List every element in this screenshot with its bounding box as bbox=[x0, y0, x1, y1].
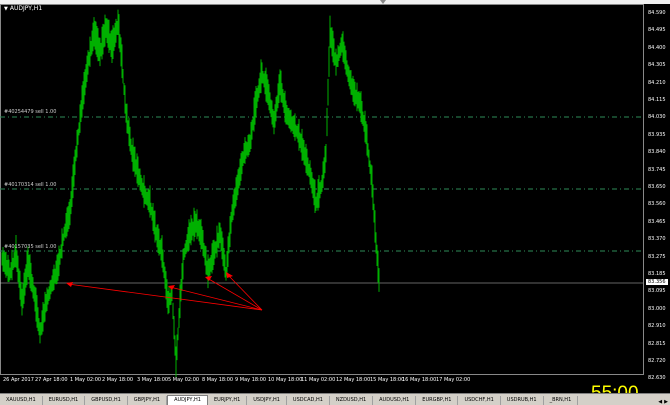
chart-title-text: AUDJPY,H1 bbox=[9, 5, 43, 12]
time-tick-label: 1 May 02:00 bbox=[70, 377, 102, 383]
price-tick-label: 83.095 bbox=[648, 288, 666, 295]
price-tick-label: 84.590 bbox=[648, 10, 666, 16]
price-tick-label: 83.465 bbox=[648, 218, 666, 225]
price-tick-label: 84.030 bbox=[648, 114, 666, 121]
time-tick-label: 2 May 18:00 bbox=[102, 377, 134, 383]
price-tick-label: 84.210 bbox=[648, 79, 666, 86]
price-tick-label: 82.910 bbox=[648, 323, 666, 330]
price-tick-label: 82.630 bbox=[648, 375, 666, 382]
time-tick-label: 9 May 18:00 bbox=[235, 377, 267, 383]
chart-title: ▼ AUDJPY,H1 bbox=[4, 5, 42, 12]
candle-series bbox=[1, 9, 380, 377]
price-tick-label: 82.815 bbox=[648, 340, 666, 347]
price-tick-label: 83.000 bbox=[648, 305, 666, 312]
time-tick-label: 10 May 18:00 bbox=[268, 377, 303, 383]
price-tick-label: 83.560 bbox=[648, 201, 666, 208]
chart-title-icon: ▼ bbox=[4, 5, 8, 12]
time-tick-label: 12 May 18:00 bbox=[336, 377, 371, 383]
chart-area[interactable]: ▼ AUDJPY,H1 #40254479 sell 1.00 #4017031… bbox=[0, 4, 670, 383]
trade-arrow-line bbox=[169, 286, 263, 311]
scroll-right-icon[interactable]: ▶ bbox=[664, 399, 668, 405]
price-tick-label: 84.115 bbox=[648, 97, 666, 103]
time-tick-label: 15 May 18:00 bbox=[370, 377, 405, 383]
price-tick-label: 84.400 bbox=[648, 44, 666, 51]
price-tick-label: 84.495 bbox=[648, 27, 666, 34]
price-tick-label: 82.720 bbox=[648, 358, 666, 364]
price-tick-label: 83.370 bbox=[648, 236, 666, 243]
time-tick-label: 8 May 18:00 bbox=[202, 377, 234, 383]
price-tick-label: 83.275 bbox=[648, 253, 666, 260]
trade-arrow-line bbox=[227, 274, 263, 311]
price-tick-label: 84.305 bbox=[648, 62, 666, 69]
time-tick-label: 27 Apr 18:00 bbox=[35, 377, 68, 383]
time-tick-label: 16 May 18:00 bbox=[402, 377, 437, 383]
price-chart[interactable] bbox=[0, 4, 670, 382]
time-tick-label: 5 May 02:00 bbox=[168, 377, 200, 383]
price-tick-label: 83.185 bbox=[648, 271, 666, 277]
time-tick-label: 17 May 02:00 bbox=[436, 377, 471, 383]
scroll-left-icon[interactable]: ◀ bbox=[658, 399, 662, 405]
sell-level-label: #40157035 sell 1.00 bbox=[4, 244, 57, 250]
symbol-tabs: XAUUSD,H1 EURUSD,H1 GBPUSD,H1 GBPJPY,H1 AUDJ… bbox=[0, 393, 670, 405]
tab-scroll-arrows[interactable]: ◀ ▶ bbox=[658, 399, 670, 405]
price-tick-label: 83.650 bbox=[648, 184, 666, 190]
trade-arrow-head bbox=[226, 272, 233, 278]
price-tick-label: 83.840 bbox=[648, 149, 666, 156]
time-tick-label: 3 May 18:00 bbox=[137, 377, 169, 383]
price-tick-label: 83.745 bbox=[648, 166, 666, 173]
sell-level-label: #40170314 sell 1.00 bbox=[4, 182, 57, 188]
time-tick-label: 26 Apr 2017 bbox=[3, 377, 34, 383]
sell-level-label: #40254479 sell 1.00 bbox=[4, 109, 57, 115]
time-tick-label: 11 May 02:00 bbox=[301, 377, 336, 383]
price-tick-label: 83.935 bbox=[648, 131, 666, 138]
current-price-label: 83.356 bbox=[646, 279, 668, 285]
